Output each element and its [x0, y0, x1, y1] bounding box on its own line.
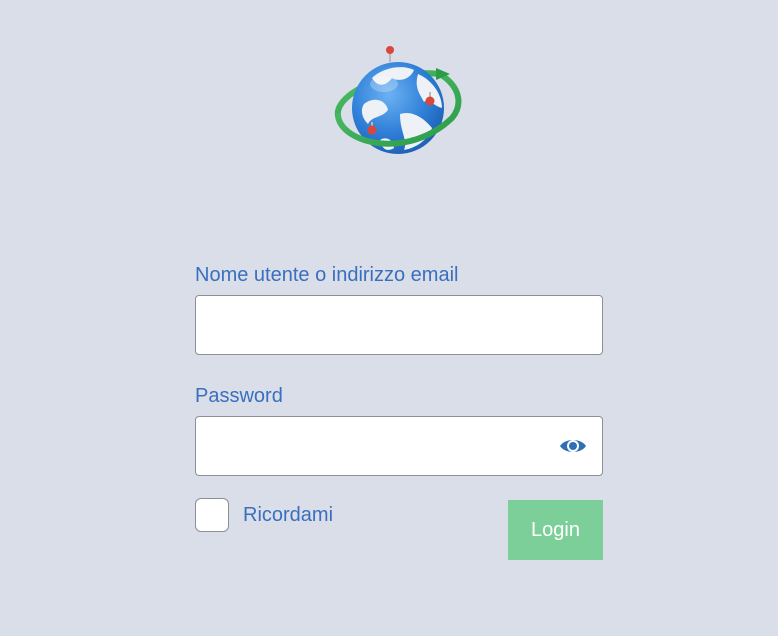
remember-me: Ricordami	[195, 498, 333, 532]
username-label: Nome utente o indirizzo email	[195, 264, 459, 286]
show-password-button[interactable]	[558, 435, 588, 457]
eye-icon	[560, 440, 586, 452]
login-button[interactable]: Login	[508, 500, 603, 560]
login-form: Nome utente o indirizzo email Password R…	[195, 262, 603, 560]
remember-me-checkbox[interactable]	[195, 498, 229, 532]
remember-me-label[interactable]: Ricordami	[243, 498, 333, 532]
form-actions-row: Ricordami Login	[195, 498, 603, 560]
password-input[interactable]	[196, 417, 602, 475]
globe-with-orbit-icon	[334, 46, 462, 154]
username-input[interactable]	[196, 296, 602, 354]
site-logo	[328, 44, 470, 168]
username-field-box	[195, 295, 603, 355]
password-field-box	[195, 416, 603, 476]
password-label: Password	[195, 385, 283, 407]
